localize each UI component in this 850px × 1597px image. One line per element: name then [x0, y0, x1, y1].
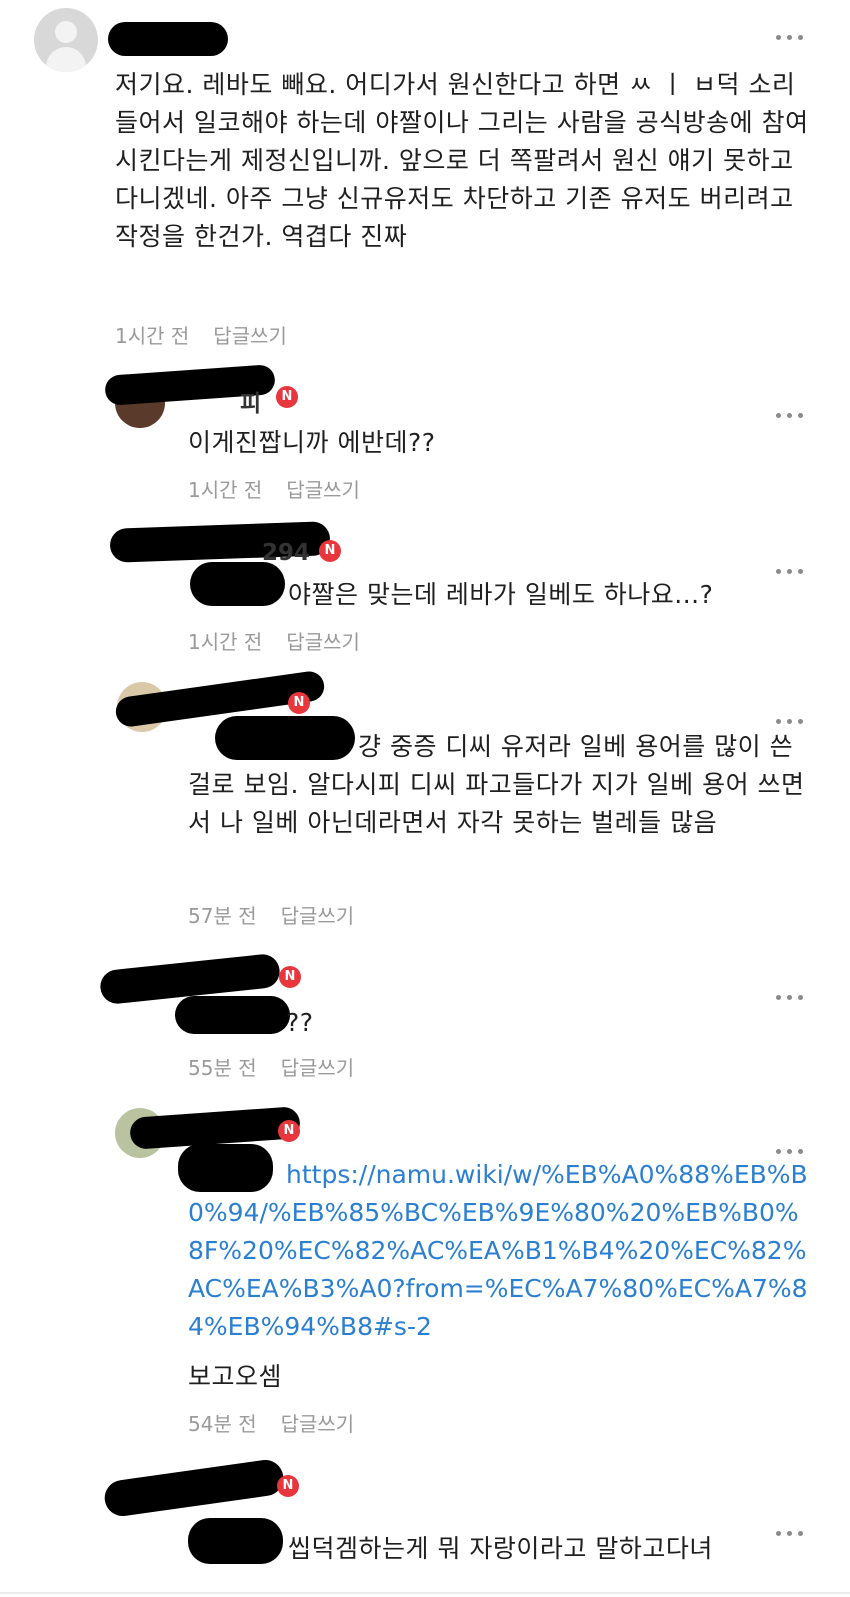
comment-time: 57분 전 [188, 904, 257, 928]
comment-text: 야짤은 맞는데 레바가 일베도 하나요...? [288, 580, 714, 609]
reply-button[interactable]: 답글쓰기 [286, 478, 360, 502]
more-options-icon[interactable] [776, 992, 808, 1002]
comment-text: 이게진짭니까 에반데?? [188, 428, 436, 457]
new-badge: N [319, 540, 341, 562]
more-options-icon[interactable] [776, 410, 808, 420]
comment-time: 55분 전 [188, 1056, 257, 1080]
wiki-link[interactable]: https://namu.wiki/w/%EB%A0%88%EB%B0%94/%… [188, 1156, 808, 1346]
comment-time: 1시간 전 [188, 478, 263, 502]
comment-meta: 1시간 전 답글쓰기 [115, 320, 287, 349]
redacted-username [102, 1457, 286, 1519]
username-fragment: 294 [262, 540, 311, 566]
comment-text: 걍 중증 디씨 유저라 일베 용어를 많이 쓴 걸로 보임. 알다시피 디씨 파… [188, 732, 805, 837]
more-options-icon[interactable] [776, 566, 808, 576]
comment-time: 1시간 전 [115, 324, 190, 348]
redacted-username [175, 996, 290, 1034]
reply-button[interactable]: 답글쓰기 [213, 324, 287, 348]
redacted-username [108, 22, 228, 56]
divider [0, 1592, 850, 1594]
comment-text: 저기요. 레바도 빼요. 어디가서 원신한다고 하면 ㅆ ㅣ ㅂ덕 소리 들어서… [115, 70, 809, 251]
comment-text: ?? [286, 1008, 314, 1037]
redacted-username [188, 1518, 283, 1564]
comment-meta: 1시간 전 답글쓰기 [188, 474, 360, 503]
new-badge: N [277, 1475, 299, 1497]
new-badge: N [279, 966, 301, 988]
comment-meta: 55분 전 답글쓰기 [188, 1052, 354, 1081]
comment-time: 54분 전 [188, 1412, 257, 1436]
comment-meta: 1시간 전 답글쓰기 [188, 626, 360, 655]
comment-text: 보고오셈 [188, 1362, 283, 1391]
reply-button[interactable]: 답글쓰기 [281, 904, 355, 928]
more-options-icon[interactable] [776, 32, 808, 42]
username-fragment: 피 [240, 391, 262, 417]
comment-text: 씹덕겜하는게 뭐 자랑이라고 말하고다녀 [288, 1534, 713, 1563]
new-badge: N [276, 386, 298, 408]
user-avatar-icon[interactable] [34, 8, 98, 72]
reply-button[interactable]: 답글쓰기 [286, 630, 360, 654]
reply-button[interactable]: 답글쓰기 [281, 1412, 355, 1436]
comment-time: 1시간 전 [188, 630, 263, 654]
new-badge: N [288, 692, 310, 714]
more-options-icon[interactable] [776, 1146, 808, 1156]
redacted-username [190, 562, 285, 606]
avatar-shoulder-shape [46, 47, 86, 72]
comment-meta: 57분 전 답글쓰기 [188, 900, 354, 929]
avatar-head-shape [55, 21, 77, 43]
reply-button[interactable]: 답글쓰기 [281, 1056, 355, 1080]
more-options-icon[interactable] [776, 716, 808, 726]
comment-meta: 54분 전 답글쓰기 [188, 1408, 354, 1437]
new-badge: N [278, 1120, 300, 1142]
